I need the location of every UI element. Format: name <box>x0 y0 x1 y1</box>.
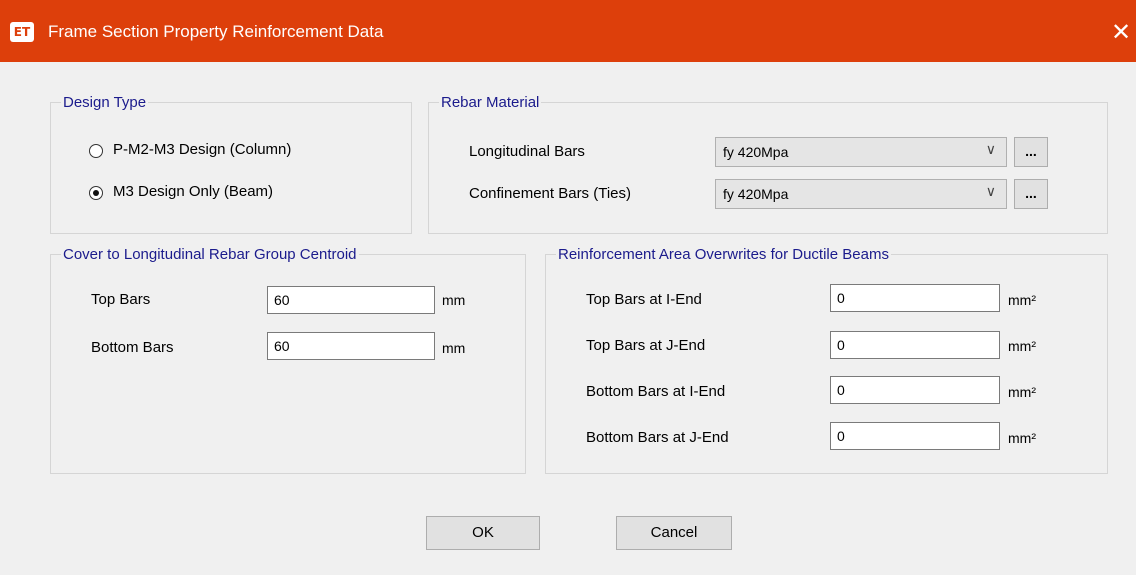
longitudinal-bars-label: Longitudinal Bars <box>469 143 585 160</box>
confinement-bars-dropdown[interactable]: fy 420Mpa ∨ <box>715 179 1007 209</box>
column-design-radio[interactable] <box>89 144 103 158</box>
bottom-bars-j-end-input[interactable]: 0 <box>830 422 1000 450</box>
confinement-bars-more-button[interactable]: ... <box>1014 179 1048 209</box>
cover-legend: Cover to Longitudinal Rebar Group Centro… <box>63 246 357 263</box>
close-icon[interactable]: ✕ <box>1106 14 1136 50</box>
overwrites-legend: Reinforcement Area Overwrites for Ductil… <box>558 246 889 263</box>
dropdown-value: fy 420Mpa <box>723 186 789 202</box>
area-unit: mm² <box>1008 384 1036 400</box>
chevron-down-icon: ∨ <box>985 184 996 200</box>
top-bars-label: Top Bars <box>91 291 151 308</box>
bottom-bars-label: Bottom Bars <box>91 339 174 356</box>
overwrite-row-label: Top Bars at I-End <box>586 291 702 308</box>
confinement-bars-label: Confinement Bars (Ties) <box>469 185 631 202</box>
beam-design-radio[interactable] <box>89 186 103 200</box>
chevron-down-icon: ∨ <box>985 142 996 158</box>
longitudinal-bars-more-button[interactable]: ... <box>1014 137 1048 167</box>
area-unit: mm² <box>1008 292 1036 308</box>
radio-selected-dot <box>93 190 99 196</box>
top-bars-j-end-input[interactable]: 0 <box>830 331 1000 359</box>
title-bar: ET Frame Section Property Reinforcement … <box>0 0 1136 62</box>
cover-group: Cover to Longitudinal Rebar Group Centro… <box>50 246 526 474</box>
design-type-group: Design Type <box>50 94 412 234</box>
longitudinal-bars-dropdown[interactable]: fy 420Mpa ∨ <box>715 137 1007 167</box>
bottom-bars-cover-input[interactable]: 60 <box>267 332 435 360</box>
rebar-material-legend: Rebar Material <box>441 94 540 111</box>
overwrite-row-label: Bottom Bars at I-End <box>586 383 726 400</box>
beam-design-label[interactable]: M3 Design Only (Beam) <box>113 182 273 202</box>
dropdown-value: fy 420Mpa <box>723 144 789 160</box>
dialog-body: Design Type P-M2-M3 Design (Column) M3 D… <box>10 70 1136 575</box>
top-bars-unit: mm <box>442 292 466 308</box>
top-bars-i-end-input[interactable]: 0 <box>830 284 1000 312</box>
window-title: Frame Section Property Reinforcement Dat… <box>48 22 384 41</box>
bottom-bars-i-end-input[interactable]: 0 <box>830 376 1000 404</box>
bottom-bars-unit: mm <box>442 340 466 356</box>
area-unit: mm² <box>1008 338 1036 354</box>
etabs-app-icon: ET <box>10 22 34 42</box>
top-bars-cover-input[interactable]: 60 <box>267 286 435 314</box>
overwrite-row-label: Top Bars at J-End <box>586 337 706 354</box>
ok-button[interactable]: OK <box>426 516 540 550</box>
cancel-button[interactable]: Cancel <box>616 516 732 550</box>
column-design-label[interactable]: P-M2-M3 Design (Column) <box>113 140 291 160</box>
overwrite-row-label: Bottom Bars at J-End <box>586 429 729 446</box>
area-unit: mm² <box>1008 430 1036 446</box>
design-type-legend: Design Type <box>63 94 147 111</box>
